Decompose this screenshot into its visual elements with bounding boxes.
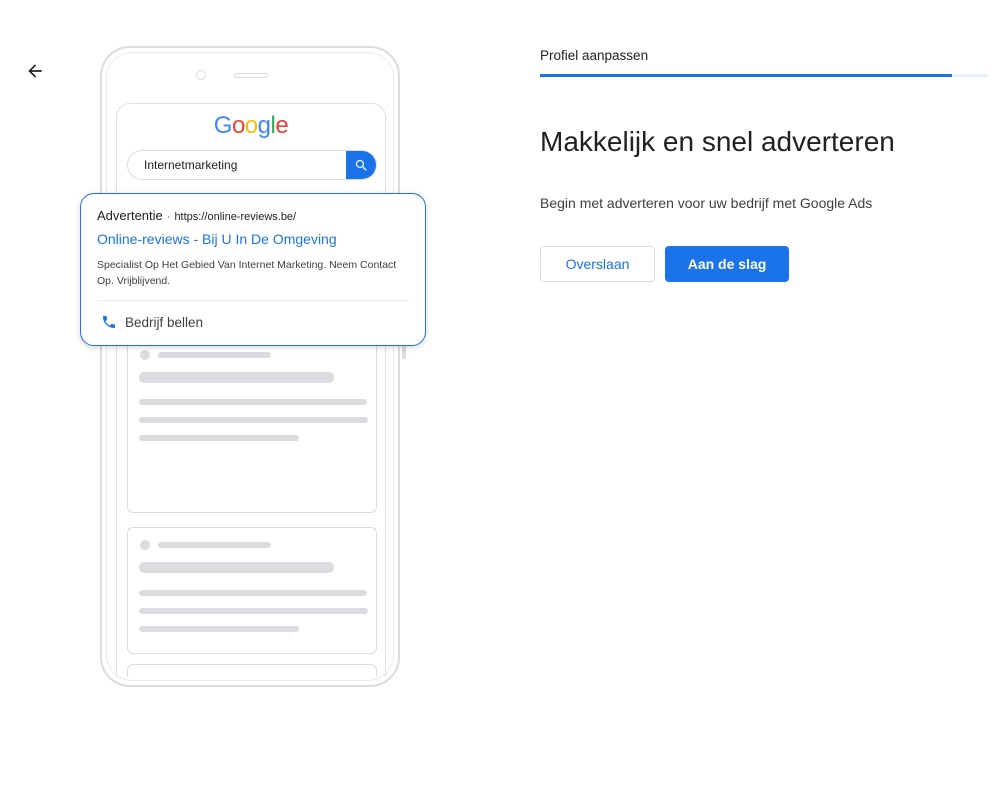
ad-call-action: Bedrijf bellen [101,314,203,330]
ad-call-label: Bedrijf bellen [125,314,204,330]
ad-separator: · [166,211,171,223]
placeholder-line [139,435,299,441]
placeholder-line [139,399,367,405]
progress-bar-fill [540,74,953,77]
search-icon [355,159,367,171]
placeholder-result-card [127,336,377,513]
phone-mockup: Google Internetmarketing [100,46,400,687]
get-started-button[interactable]: Aan de slag [665,246,789,282]
preview-search-query: Internetmarketing [144,158,238,172]
preview-search-bar: Internetmarketing [127,150,377,180]
phone-screen: Google Internetmarketing [116,103,386,677]
google-logo: Google [117,112,385,140]
ad-description: Specialist Op Het Gebied Van Internet Ma… [97,259,397,287]
logo-letter: o [244,112,258,139]
logo-letter: g [257,112,271,139]
ad-preview-card: Advertentie · https://online-reviews.be/ O… [80,193,426,346]
logo-letter: e [275,112,289,139]
ad-divider [97,300,409,301]
arrow-left-icon [28,64,42,78]
placeholder-line [158,542,271,548]
placeholder-line [139,417,368,423]
placeholder-line [139,562,334,573]
placeholder-line [139,626,299,632]
placeholder-line [139,590,367,596]
logo-letter: o [231,112,245,139]
placeholder-line [139,372,334,383]
progress-bar [540,74,988,77]
placeholder-result-card [127,664,377,677]
placeholder-line [139,608,368,614]
step-label: Profiel aanpassen [540,48,649,63]
ad-label: Advertentie [97,208,163,223]
page-title: Makkelijk en snel adverteren [540,126,895,157]
ad-url: https://online-reviews.be/ [174,211,297,223]
placeholder-result-card [127,527,377,654]
placeholder-dot [140,540,150,550]
phone-camera [196,70,206,80]
logo-letter: G [213,112,233,139]
page-subtitle: Begin met adverteren voor uw bedrijf met… [540,195,873,211]
ad-title: Online-reviews - Bij U In De Omgeving [97,231,337,247]
preview-search-button [346,151,376,179]
phone-icon [103,316,115,328]
ad-header: Advertentie · https://online-reviews.be/ [97,208,296,223]
back-button[interactable] [22,58,48,84]
skip-button[interactable]: Overslaan [540,246,655,282]
placeholder-line [158,352,271,358]
placeholder-dot [140,350,150,360]
phone-speaker [234,73,268,78]
